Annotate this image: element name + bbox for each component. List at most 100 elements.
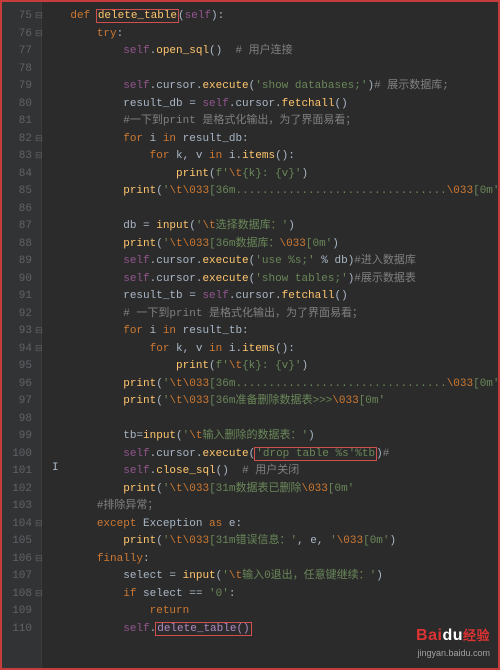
code-line[interactable]: db = input('\t选择数据库：') [44, 218, 498, 236]
code-line[interactable]: result_db = self.cursor.fetchall() [44, 96, 498, 114]
code-line[interactable]: #一下到print 是格式化输出，为了界面易看； [44, 113, 498, 131]
code-line[interactable]: self.delete_table() [44, 621, 498, 639]
code-line[interactable]: self.cursor.execute('show tables;')#展示数据… [44, 271, 498, 289]
code-line[interactable]: self.cursor.execute('show databases;')# … [44, 78, 498, 96]
fold-toggle[interactable]: ⊟ [35, 26, 41, 44]
fold-toggle[interactable]: ⊟ [35, 586, 41, 604]
code-line[interactable]: result_tb = self.cursor.fetchall() [44, 288, 498, 306]
code-line[interactable] [44, 411, 498, 429]
token: '0' [209, 588, 229, 600]
token: .cursor. [229, 98, 282, 110]
code-line[interactable]: tb=input('\t输入删除的数据表：') [44, 428, 498, 446]
code-line[interactable]: print('\t\033[36m.......................… [44, 183, 498, 201]
code-line[interactable]: print(f'\t{k}: {v}') [44, 166, 498, 184]
code-line[interactable]: try: [44, 26, 498, 44]
token: [0m' [306, 238, 332, 250]
code-line[interactable]: print('\t\033[31m错误信息：', e, '\033[0m') [44, 533, 498, 551]
token: ( [156, 378, 163, 390]
code-line[interactable]: return [44, 603, 498, 621]
code-line[interactable]: if select == '0': [44, 586, 498, 604]
editor-frame: def delete_table(self): try: self.open_s… [0, 0, 500, 670]
token: print [176, 168, 209, 180]
token: ( [156, 238, 163, 250]
token: \t\033 [169, 378, 209, 390]
token: print [123, 238, 156, 250]
token: ) [308, 430, 315, 442]
code-line[interactable]: # 一下到print 是格式化输出，为了界面易看； [44, 306, 498, 324]
token: print [123, 483, 156, 495]
token: f' [216, 360, 229, 372]
code-line[interactable]: except Exception as e: [44, 516, 498, 534]
token: \033 [279, 238, 305, 250]
line-number: 109 [2, 603, 32, 621]
token: ( [176, 430, 183, 442]
fold-toggle[interactable]: ⊟ [35, 148, 41, 166]
token: Exception [143, 518, 209, 530]
line-number: 85 [2, 183, 32, 201]
code-line[interactable]: finally: [44, 551, 498, 569]
line-number: 89 [2, 253, 32, 271]
token: [0m' [473, 378, 499, 390]
token: \t [202, 220, 215, 232]
token: print [123, 395, 156, 407]
code-line[interactable]: for i in result_db: [44, 131, 498, 149]
line-number: 81 [2, 113, 32, 131]
token: 'show tables;' [255, 273, 347, 285]
code-line[interactable]: self.close_sql() # 用户关闭 [44, 463, 498, 481]
fold-toggle[interactable]: ⊟ [35, 131, 41, 149]
fold-toggle[interactable]: ⊟ [35, 8, 41, 26]
token: .cursor. [150, 448, 203, 460]
token: # [383, 448, 390, 460]
token: ) [288, 220, 295, 232]
token: ) [301, 360, 308, 372]
code-line[interactable]: self.cursor.execute('use %s;' % db)#进入数据… [44, 253, 498, 271]
token: self [123, 623, 149, 635]
fold-toggle[interactable]: ⊟ [35, 551, 41, 569]
code-line[interactable]: print('\t\033[36m.......................… [44, 376, 498, 394]
code-line[interactable]: def delete_table(self): [44, 8, 498, 26]
token: () [334, 290, 347, 302]
code-line[interactable]: for k, v in i.items(): [44, 341, 498, 359]
code-line[interactable]: #排除异常； [44, 498, 498, 516]
token: except [97, 518, 143, 530]
code-line[interactable]: for k, v in i.items(): [44, 148, 498, 166]
fold-toggle[interactable]: ⊟ [35, 516, 41, 534]
token: \t\033 [169, 483, 209, 495]
token: self [202, 98, 228, 110]
token: i [150, 325, 163, 337]
token: ) [390, 535, 397, 547]
token: print [123, 378, 156, 390]
token: open_sql [156, 45, 209, 57]
code-line[interactable]: self.cursor.execute('drop table %s'%tb)# [44, 446, 498, 464]
token: ) [301, 168, 308, 180]
line-number: 98 [2, 411, 32, 429]
token: ( [156, 535, 163, 547]
token: self [123, 465, 149, 477]
code-area[interactable]: def delete_table(self): try: self.open_s… [44, 2, 498, 668]
code-line[interactable]: for i in result_tb: [44, 323, 498, 341]
token: for [150, 150, 176, 162]
code-line[interactable]: print(f'\t{k}: {v}') [44, 358, 498, 376]
token: .cursor. [150, 255, 203, 267]
fold-toggle[interactable]: ⊟ [35, 341, 41, 359]
fold-toggle[interactable]: ⊟ [35, 323, 41, 341]
token: #展示数据表 [354, 273, 416, 285]
token: [0m' [328, 483, 354, 495]
line-number: 101 [2, 463, 32, 481]
code-line[interactable]: select = input('\t输入0退出，任意键继续：') [44, 568, 498, 586]
token: [31m数据表已删除 [209, 483, 301, 495]
code-line[interactable] [44, 61, 498, 79]
token: () [334, 98, 347, 110]
token: for [123, 133, 149, 145]
token: ( [156, 483, 163, 495]
token: (): [275, 343, 295, 355]
token: , e, [297, 535, 330, 547]
code-line[interactable]: print('\t\033[36m准备删除数据表>>>\033[0m' [44, 393, 498, 411]
token: % db) [315, 255, 355, 267]
code-line[interactable]: print('\t\033[31m数据表已删除\033[0m' [44, 481, 498, 499]
token: \t [189, 430, 202, 442]
code-line[interactable]: print('\t\033[36m数据库：\033[0m') [44, 236, 498, 254]
token: i. [229, 150, 242, 162]
code-line[interactable]: self.open_sql() # 用户连接 [44, 43, 498, 61]
code-line[interactable] [44, 201, 498, 219]
